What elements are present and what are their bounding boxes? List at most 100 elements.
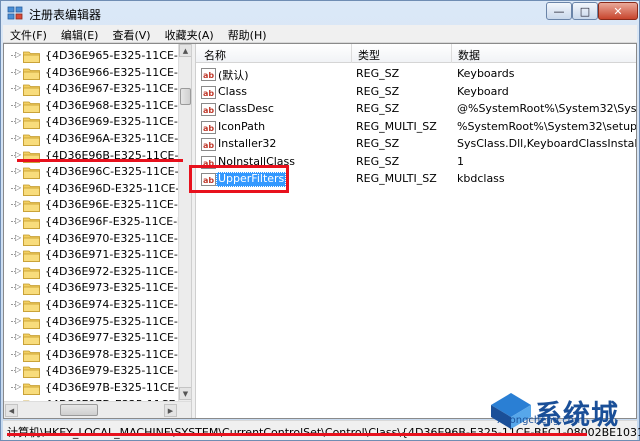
expand-arrow-icon[interactable]: ▷	[15, 150, 21, 159]
menu-favorites[interactable]: 收藏夹(A)	[158, 25, 221, 43]
folder-icon	[23, 167, 40, 180]
value-data: SysClass.Dll,KeyboardClassInstaller	[457, 137, 636, 150]
value-type: REG_SZ	[356, 137, 400, 150]
tree-item-label: {4D36E96D-E325-11CE-BFC	[45, 181, 191, 195]
folder-icon	[23, 200, 40, 213]
expand-arrow-icon[interactable]: ▷	[15, 116, 21, 125]
scroll-up-arrow-icon[interactable]: ▲	[179, 44, 191, 57]
expand-arrow-icon[interactable]: ▷	[15, 382, 21, 391]
tree-item[interactable]: ▷ {4D36E977-E325-11CE-BFC	[4, 330, 191, 347]
folder-icon	[23, 101, 40, 113]
tree-item[interactable]: ▷ {4D36E969-E325-11CE-BFC	[4, 114, 191, 131]
folder-icon	[23, 84, 40, 97]
string-value-icon: ab	[201, 85, 216, 99]
column-header-type[interactable]: 类型	[358, 47, 380, 63]
tree-item-label: {4D36E973-E325-11CE-BFC	[45, 281, 191, 295]
tree-item-label: {4D36E966-E325-11CE-BFC	[45, 65, 191, 79]
expand-arrow-icon[interactable]: ▷	[15, 166, 21, 175]
string-value-icon: ab	[201, 68, 216, 81]
expand-arrow-icon[interactable]: ▷	[15, 83, 21, 92]
expand-arrow-icon[interactable]: ▷	[15, 199, 21, 208]
folder-icon	[23, 234, 40, 246]
tree-item[interactable]: ▷ {4D36E970-E325-11CE-BFC	[4, 231, 191, 248]
expand-arrow-icon[interactable]: ▷	[15, 216, 21, 225]
tree-item[interactable]: ▷ {4D36E97B-E325-11CE-BFC	[4, 380, 191, 397]
tree-item[interactable]: ▷ {4D36E974-E325-11CE-BFC	[4, 297, 191, 314]
tree-item[interactable]: ▷ {4D36E967-E325-11CE-BFC	[4, 81, 191, 98]
svg-text:ab: ab	[203, 141, 214, 150]
expand-arrow-icon[interactable]: ▷	[15, 233, 21, 242]
expand-arrow-icon[interactable]: ▷	[15, 332, 21, 341]
tree-item[interactable]: ▷ {4D36E979-E325-11CE-BFC	[4, 363, 191, 380]
tree-horizontal-scrollbar[interactable]: ◀ ▶	[4, 401, 191, 418]
menu-view[interactable]: 查看(V)	[105, 25, 157, 43]
expand-arrow-icon[interactable]: ▷	[15, 133, 21, 142]
expand-arrow-icon[interactable]: ▷	[15, 50, 21, 59]
regedit-window: 注册表编辑器 — □ ✕ 文件(F) 编辑(E) 查看(V) 收藏夹(A) 帮助…	[0, 0, 640, 441]
tree-item-label: {4D36E972-E325-11CE-BFC	[45, 264, 191, 278]
tree-item-label: {4D36E97B-E325-11CE-BFC	[45, 381, 191, 394]
folder-icon	[23, 366, 40, 379]
folder-icon	[23, 250, 40, 263]
value-row[interactable]: ab (默认) REG_SZ Keyboards	[196, 66, 636, 83]
expand-arrow-icon[interactable]: ▷	[15, 100, 21, 109]
minimize-button[interactable]: —	[546, 2, 572, 20]
value-row[interactable]: ab IconPath REG_MULTI_SZ %SystemRoot%\Syste…	[196, 119, 636, 136]
tree-scroll-thumb[interactable]	[180, 88, 191, 105]
tree-item[interactable]: ▷ {4D36E96E-E325-11CE-BFC	[4, 197, 191, 214]
tree-item-label: {4D36E96E-E325-11CE-BFC	[45, 198, 191, 212]
menu-file[interactable]: 文件(F)	[3, 25, 54, 43]
tree-item[interactable]: ▷ {4D36E96A-E325-11CE-BFC	[4, 131, 191, 148]
value-data: @%SystemRoot%\System32\SysClass	[457, 102, 636, 115]
menu-help[interactable]: 帮助(H)	[221, 25, 274, 43]
column-divider[interactable]	[451, 44, 452, 63]
scroll-left-arrow-icon[interactable]: ◀	[5, 404, 18, 417]
string-value-icon: ab	[201, 120, 216, 134]
tree-item[interactable]: ▷ {4D36E96C-E325-11CE-BFC	[4, 164, 191, 181]
scroll-down-arrow-icon[interactable]: ▼	[179, 387, 191, 400]
tree-item[interactable]: ▷ {4D36E968-E325-11CE-BFC	[4, 98, 191, 115]
tree-item[interactable]: ▷ {4D36E975-E325-11CE-BFC	[4, 314, 191, 331]
tree-item[interactable]: ▷ {4D36E96F-E325-11CE-BFC	[4, 214, 191, 231]
maximize-button[interactable]: □	[572, 2, 598, 20]
regedit-app-icon	[7, 6, 23, 20]
expand-arrow-icon[interactable]: ▷	[15, 316, 21, 325]
expand-arrow-icon[interactable]: ▷	[15, 266, 21, 275]
scroll-right-arrow-icon[interactable]: ▶	[164, 404, 177, 417]
tree-item[interactable]: ▷ {4D36E978-E325-11CE-BFC	[4, 347, 191, 364]
tree-item-label: {4D36E965-E325-11CE-BFC	[45, 49, 191, 62]
expand-arrow-icon[interactable]: ▷	[15, 282, 21, 291]
tree-item[interactable]: ▷ {4D36E972-E325-11CE-BFC	[4, 264, 191, 281]
tree-hscroll-thumb[interactable]	[60, 404, 98, 416]
folder-icon	[23, 217, 40, 229]
tree-item[interactable]: ▷ {4D36E966-E325-11CE-BFC	[4, 65, 191, 82]
folder-icon	[23, 333, 40, 346]
value-data: 1	[457, 154, 464, 168]
tree-item[interactable]: ▷ {4D36E965-E325-11CE-BFC	[4, 48, 191, 65]
column-header-data[interactable]: 数据	[458, 47, 480, 63]
column-header-name[interactable]: 名称	[204, 47, 226, 63]
tree-item[interactable]: ▷ {4D36E973-E325-11CE-BFC	[4, 280, 191, 297]
expand-arrow-icon[interactable]: ▷	[15, 249, 21, 258]
tree-item[interactable]: ▷ {4D36E96D-E325-11CE-BFC	[4, 181, 191, 198]
expand-arrow-icon[interactable]: ▷	[15, 183, 21, 192]
value-row[interactable]: ab ClassDesc REG_SZ @%SystemRoot%\System32\…	[196, 101, 636, 118]
value-row[interactable]: ab Installer32 REG_SZ SysClass.Dll,Keyboard…	[196, 136, 636, 153]
folder-icon	[23, 300, 40, 312]
title-bar[interactable]: 注册表编辑器 — □ ✕	[1, 1, 639, 25]
menu-edit[interactable]: 编辑(E)	[54, 25, 106, 43]
expand-arrow-icon[interactable]: ▷	[15, 67, 21, 76]
tree-vertical-scrollbar[interactable]: ▲ ▼	[178, 44, 191, 401]
expand-arrow-icon[interactable]: ▷	[15, 365, 21, 374]
expand-arrow-icon[interactable]: ▷	[15, 349, 21, 358]
tree-item[interactable]: ▷ {4D36E971-E325-11CE-BFC	[4, 247, 191, 264]
value-name: IconPath	[218, 119, 266, 133]
tree-item[interactable]: ▷ {4D36E96B-E325-11CE-BFC	[4, 148, 191, 165]
close-button[interactable]: ✕	[598, 2, 638, 20]
value-data: Keyboard	[457, 84, 509, 98]
column-divider[interactable]	[351, 44, 352, 63]
expand-arrow-icon[interactable]: ▷	[15, 299, 21, 308]
value-data: Keyboards	[457, 67, 515, 80]
value-type: REG_SZ	[356, 84, 400, 98]
value-row[interactable]: ab Class REG_SZ Keyboard	[196, 84, 636, 101]
